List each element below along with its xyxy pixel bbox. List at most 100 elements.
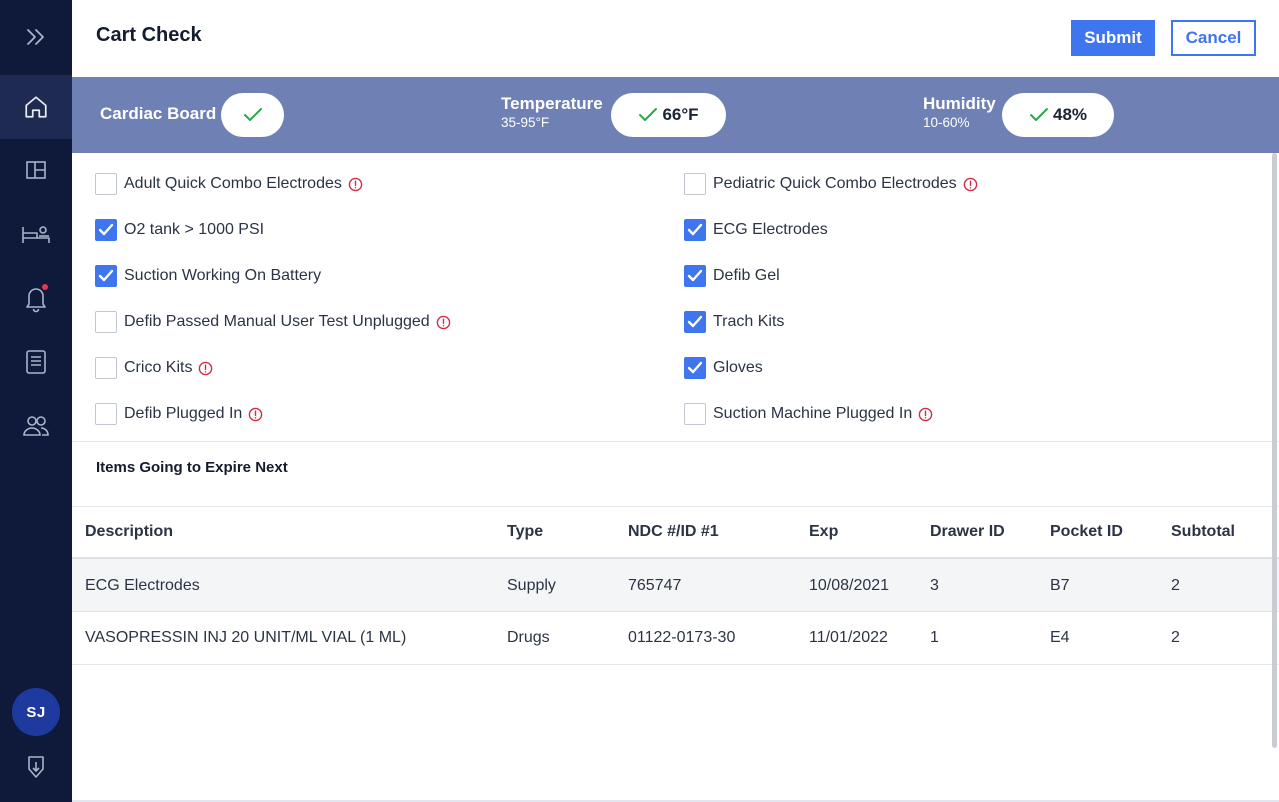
humidity-value: 48% [1052, 105, 1088, 124]
layout-icon [26, 161, 46, 179]
checklist-item-suction-working-on-battery[interactable]: Suction Working On Battery [95, 263, 321, 289]
checklist-item-label: Defib Plugged In [124, 405, 243, 422]
column-header-exp[interactable]: Exp [809, 523, 838, 541]
column-header-description[interactable]: Description [85, 523, 173, 541]
column-header-ndc-id[interactable]: NDC #/ID #1 [628, 523, 719, 541]
humidity-label: Humidity [923, 94, 996, 113]
checkbox-checked[interactable] [95, 219, 117, 241]
cell-ndc-id: 765747 [628, 577, 682, 594]
checkmark-icon [687, 269, 703, 282]
expand-sidebar-button[interactable] [0, 5, 72, 69]
page-header: Cart Check Submit Cancel [72, 0, 1279, 77]
checklist-item-label: Trach Kits [713, 313, 785, 330]
status-band: Cardiac Board Temperature 35-95°F 66°F H… [72, 77, 1279, 153]
checkbox-checked[interactable] [684, 357, 706, 379]
checklist-item-defib-gel[interactable]: Defib Gel [684, 263, 780, 289]
bell-icon [26, 284, 48, 313]
column-header-drawer-id[interactable]: Drawer ID [930, 523, 1005, 541]
warning-icon [249, 407, 263, 421]
checklist-item-adult-quick-combo-electrodes[interactable]: Adult Quick Combo Electrodes [95, 171, 363, 197]
temperature-value: 66°F [662, 105, 699, 124]
checklist-item-gloves[interactable]: Gloves [684, 355, 763, 381]
checklist-item-label: Gloves [713, 359, 763, 376]
checklist-item-label: Suction Machine Plugged In [713, 405, 913, 422]
checklist-item-label: Defib Gel [713, 267, 780, 284]
checkmark-icon [687, 361, 703, 374]
column-header-pocket-id[interactable]: Pocket ID [1050, 523, 1123, 541]
cell-pocket-id: E4 [1050, 629, 1070, 646]
bed-icon [22, 226, 50, 243]
checkbox-checked[interactable] [95, 265, 117, 287]
cell-drawer-id: 3 [930, 577, 939, 594]
nav-notifications[interactable] [0, 266, 72, 330]
checkbox[interactable] [95, 173, 117, 195]
table-row[interactable]: ECG Electrodes Supply 765747 10/08/2021 … [72, 559, 1279, 612]
vertical-scrollbar[interactable] [1272, 153, 1277, 748]
checkbox[interactable] [684, 403, 706, 425]
section-divider [72, 441, 1279, 442]
nav-download[interactable] [0, 735, 72, 799]
checklist-item-trach-kits[interactable]: Trach Kits [684, 309, 784, 335]
humidity-range: 10-60% [923, 115, 970, 130]
checklist-item-label: Suction Working On Battery [124, 267, 322, 284]
checklist-item-defib-passed-manual-test[interactable]: Defib Passed Manual User Test Unplugged [95, 309, 451, 335]
user-avatar[interactable]: SJ [12, 688, 60, 736]
expiring-section-title: Items Going to Expire Next [96, 459, 288, 476]
checkbox[interactable] [95, 357, 117, 379]
warning-icon [348, 177, 363, 191]
table-row[interactable]: VASOPRESSIN INJ 20 UNIT/ML VIAL (1 ML) D… [72, 613, 1279, 665]
nav-documents[interactable] [0, 330, 72, 394]
main-content: Cart Check Submit Cancel Cardiac Board T… [72, 0, 1279, 802]
checklist-item-crico-kits[interactable]: Crico Kits [95, 355, 213, 381]
checkbox[interactable] [95, 403, 117, 425]
humidity-value-pill[interactable]: 48% [1002, 93, 1114, 137]
checklist-item-ecg-electrodes[interactable]: ECG Electrodes [684, 217, 828, 243]
checkmark-icon [687, 315, 703, 328]
cardiac-board-status-pill[interactable] [221, 93, 284, 137]
checkbox-checked[interactable] [684, 311, 706, 333]
download-icon [28, 756, 44, 778]
checklist-item-suction-machine-plugged-in[interactable]: Suction Machine Plugged In [684, 401, 933, 427]
cell-type: Supply [507, 577, 556, 594]
checkbox-checked[interactable] [684, 265, 706, 287]
checklist-item-label: Defib Passed Manual User Test Unplugged [124, 313, 430, 330]
cell-type: Drugs [507, 629, 550, 646]
checklist-item-defib-plugged-in[interactable]: Defib Plugged In [95, 401, 263, 427]
checkbox[interactable] [95, 311, 117, 333]
checklist-item-label: O2 tank > 1000 PSI [124, 221, 265, 238]
page-title: Cart Check [96, 24, 202, 46]
temperature-value-pill[interactable]: 66°F [611, 93, 726, 137]
warning-icon [918, 407, 933, 421]
checkmark-icon [98, 223, 114, 236]
nav-layout[interactable] [0, 138, 72, 202]
check-icon [639, 108, 658, 121]
warning-icon [199, 361, 213, 375]
column-header-type[interactable]: Type [507, 523, 543, 541]
cell-exp: 11/01/2022 [809, 629, 888, 646]
cell-pocket-id: B7 [1050, 577, 1070, 594]
checkbox-checked[interactable] [684, 219, 706, 241]
cell-description: VASOPRESSIN INJ 20 UNIT/ML VIAL (1 ML) [85, 629, 407, 646]
warning-icon [436, 315, 450, 329]
cancel-button[interactable]: Cancel [1171, 20, 1256, 56]
cell-ndc-id: 01122-0173-30 [628, 629, 736, 646]
submit-button[interactable]: Submit [1071, 20, 1155, 56]
checklist-item-o2-tank[interactable]: O2 tank > 1000 PSI [95, 217, 264, 243]
expand-chevrons-icon [27, 29, 44, 45]
checklist-item-label: Pediatric Quick Combo Electrodes [713, 175, 957, 192]
cell-description: ECG Electrodes [85, 577, 200, 594]
column-header-subtotal[interactable]: Subtotal [1171, 523, 1235, 541]
checklist-item-pediatric-quick-combo-electrodes[interactable]: Pediatric Quick Combo Electrodes [684, 171, 978, 197]
cell-subtotal: 2 [1171, 629, 1180, 646]
nav-beds[interactable] [0, 202, 72, 266]
nav-users[interactable] [0, 394, 72, 458]
temperature-range: 35-95°F [501, 115, 550, 130]
sidebar: SJ [0, 0, 72, 802]
cell-drawer-id: 1 [930, 629, 939, 646]
table-top-divider [72, 506, 1279, 507]
checklist-item-label: ECG Electrodes [713, 221, 828, 238]
document-icon [26, 350, 46, 374]
checkbox[interactable] [684, 173, 706, 195]
cell-exp: 10/08/2021 [809, 577, 890, 594]
nav-home[interactable] [0, 75, 72, 139]
